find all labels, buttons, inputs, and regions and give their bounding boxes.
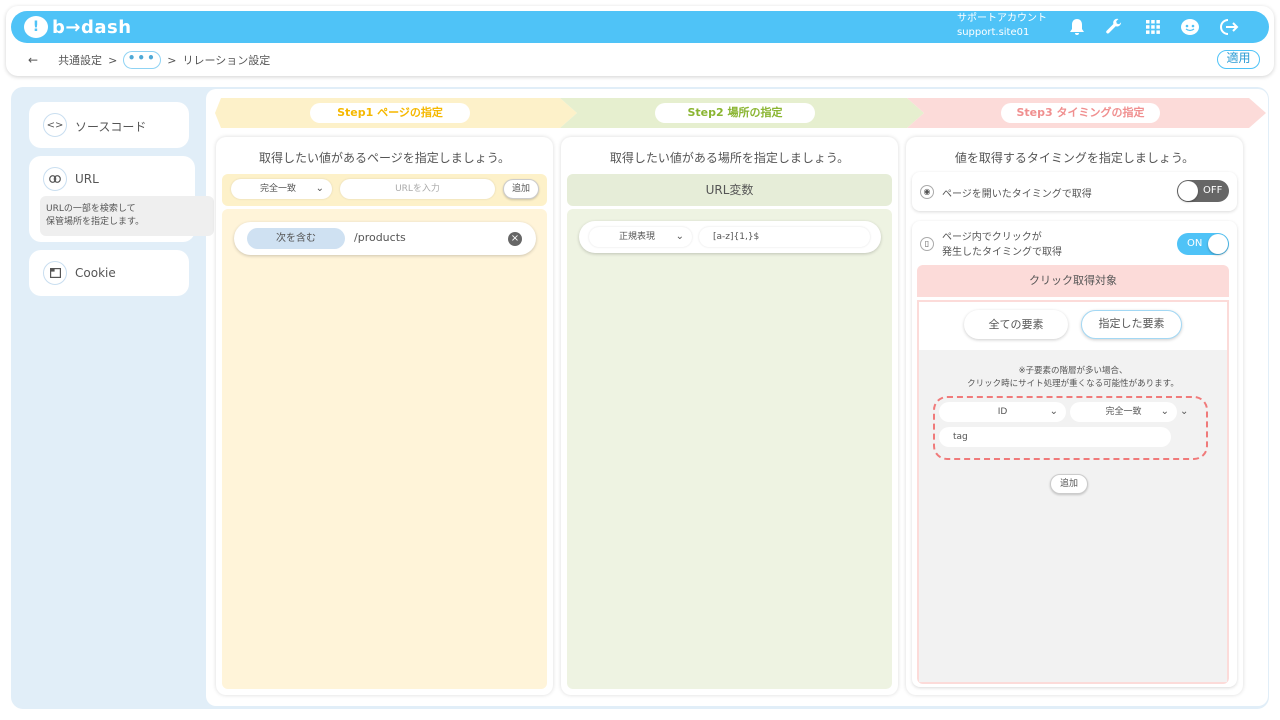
select-value: ID <box>997 407 1008 417</box>
note-line: クリック時にサイト処理が重くなる可能性があります。 <box>967 379 1179 389</box>
page-open-toggle[interactable]: OFF <box>1177 180 1229 202</box>
breadcrumb-more-button[interactable]: ••• <box>123 51 162 69</box>
step3-label[interactable]: Step3 タイミングの指定 <box>1001 103 1160 123</box>
sidebar-item-source-code[interactable]: <> ソースコード <box>29 102 189 148</box>
match-type-select[interactable]: 完全一致 ⌄ <box>231 179 332 199</box>
rule-type-select[interactable]: 次を含む <box>247 228 345 249</box>
logo-text: b→dash <box>52 16 132 38</box>
logout-icon[interactable] <box>1219 17 1241 37</box>
toggle-state: ON <box>1187 238 1203 249</box>
tab-all-elements[interactable]: 全ての要素 <box>964 310 1068 339</box>
mouse-icon: ▯ <box>920 237 934 251</box>
click-toggle[interactable]: ON <box>1177 233 1229 255</box>
step2-column: 取得したい値がある場所を指定しましょう。 URL変数 正規表現 ⌄ [a-z]{… <box>561 137 898 695</box>
url-input[interactable]: URLを入力 <box>340 179 495 199</box>
chevron-down-icon: ⌄ <box>1049 406 1058 417</box>
timing-option-label: ページを開いたタイミングで取得 <box>942 189 1092 200</box>
click-target-panel: 全ての要素 指定した要素 ※子要素の階層が多い場合、 クリック時にサイト処理が重… <box>917 300 1229 684</box>
chevron-down-icon: ⌄ <box>675 231 684 242</box>
step1-title: 取得したい値があるページを指定しましょう。 <box>258 151 511 165</box>
account-label: サポートアカウント <box>957 13 1047 24</box>
sidebar-item-cookie[interactable]: Cookie <box>29 250 189 296</box>
support-chat-icon[interactable] <box>1179 17 1201 37</box>
step2-label[interactable]: Step2 場所の指定 <box>655 103 815 123</box>
grid-menu-icon[interactable] <box>1142 17 1164 37</box>
window-icon <box>43 261 67 285</box>
link-icon <box>43 167 67 191</box>
rule-value[interactable]: /products <box>354 231 406 244</box>
timing-option-page-open: ◉ ページを開いたタイミングで取得 OFF <box>912 172 1237 211</box>
regex-type-select[interactable]: 正規表現 ⌄ <box>589 227 692 247</box>
attribute-select[interactable]: ID ⌄ <box>939 402 1066 422</box>
step3-title: 値を取得するタイミングを指定しましょう。 <box>954 151 1195 165</box>
toggle-knob <box>1178 181 1198 201</box>
chevron-down-icon: ⌄ <box>1160 406 1169 417</box>
eye-icon: ◉ <box>920 185 934 199</box>
breadcrumb: ← 共通設定 > ••• > リレーション設定 <box>28 51 270 69</box>
breadcrumb-common-settings[interactable]: 共通設定 <box>58 52 102 68</box>
toggle-state: OFF <box>1203 185 1223 196</box>
element-condition-box: ID ⌄ 完全一致 ⌄ ⌄ tag <box>933 396 1208 460</box>
bell-icon[interactable] <box>1066 17 1088 37</box>
chevron-down-icon: ⌄ <box>315 183 324 194</box>
breadcrumb-separator: > <box>167 53 177 67</box>
url-rule-row: 次を含む /products × <box>234 222 536 255</box>
url-rules-panel: 次を含む /products × <box>222 209 547 689</box>
timing-option-click: ▯ ページ内でクリックが 発生したタイミングで取得 ON クリック取得対象 全て… <box>912 221 1237 687</box>
back-arrow-icon[interactable]: ← <box>28 53 38 67</box>
header-bar: ! b→dash サポートアカウント support.site01 <box>11 11 1269 43</box>
wrench-icon[interactable] <box>1103 17 1125 37</box>
sidebar-item-description: URLの一部を検索して 保管場所を指定します。 <box>40 196 214 236</box>
select-value: 正規表現 <box>619 232 656 242</box>
logo-mark: ! <box>24 16 48 38</box>
click-target-header: クリック取得対象 <box>917 265 1229 297</box>
apply-button[interactable]: 適用 <box>1217 50 1260 69</box>
label-line: ページ内でクリックが <box>942 232 1042 243</box>
label-line: 発生したタイミングで取得 <box>942 247 1062 258</box>
tab-specified-elements[interactable]: 指定した要素 <box>1081 310 1182 339</box>
url-variable-header: URL変数 <box>567 174 892 206</box>
breadcrumb-separator: > <box>108 53 118 67</box>
step3-column: 値を取得するタイミングを指定しましょう。 ◉ ページを開いたタイミングで取得 O… <box>906 137 1243 695</box>
code-icon: <> <box>43 113 67 137</box>
select-value: 完全一致 <box>260 184 297 194</box>
sidebar-item-url[interactable]: URL URLの一部を検索して 保管場所を指定します。 <box>29 156 214 242</box>
account-info[interactable]: サポートアカウント support.site01 <box>957 12 1047 40</box>
url-input-bar: 完全一致 ⌄ URLを入力 追加 <box>222 174 547 206</box>
performance-note: ※子要素の階層が多い場合、 クリック時にサイト処理が重くなる可能性があります。 <box>919 365 1227 391</box>
sidebar-item-label: URL <box>75 172 99 186</box>
sidebar-item-label: ソースコード <box>75 120 147 134</box>
desc-line: 保管場所を指定します。 <box>46 217 145 227</box>
expand-chevron-icon[interactable]: ⌄ <box>1180 406 1188 417</box>
add-condition-button[interactable]: 追加 <box>1050 474 1088 494</box>
regex-row: 正規表現 ⌄ [a-z]{1,}$ <box>579 221 881 253</box>
step1-column: 取得したい値があるページを指定しましょう。 完全一致 ⌄ URLを入力 追加 次… <box>216 137 553 695</box>
step1-label[interactable]: Step1 ページの指定 <box>310 103 470 123</box>
specified-elements-panel: ※子要素の階層が多い場合、 クリック時にサイト処理が重くなる可能性があります。 … <box>919 350 1227 682</box>
tag-input[interactable]: tag <box>939 427 1171 447</box>
breadcrumb-current: リレーション設定 <box>182 54 271 67</box>
account-site: support.site01 <box>957 27 1030 38</box>
sidebar-item-label: Cookie <box>75 266 116 280</box>
add-url-button[interactable]: 追加 <box>503 179 539 199</box>
logo[interactable]: ! b→dash <box>24 15 132 39</box>
toggle-knob <box>1208 234 1228 254</box>
note-line: ※子要素の階層が多い場合、 <box>1018 366 1128 376</box>
select-value: 完全一致 <box>1105 407 1142 417</box>
url-variable-panel: 正規表現 ⌄ [a-z]{1,}$ <box>567 209 892 689</box>
step2-title: 取得したい値がある場所を指定しましょう。 <box>609 151 850 165</box>
timing-option-label: ページ内でクリックが 発生したタイミングで取得 <box>942 230 1062 260</box>
match-select[interactable]: 完全一致 ⌄ <box>1070 402 1177 422</box>
desc-line: URLの一部を検索して <box>46 204 136 214</box>
remove-rule-icon[interactable]: × <box>508 232 522 246</box>
regex-input[interactable]: [a-z]{1,}$ <box>699 227 870 247</box>
